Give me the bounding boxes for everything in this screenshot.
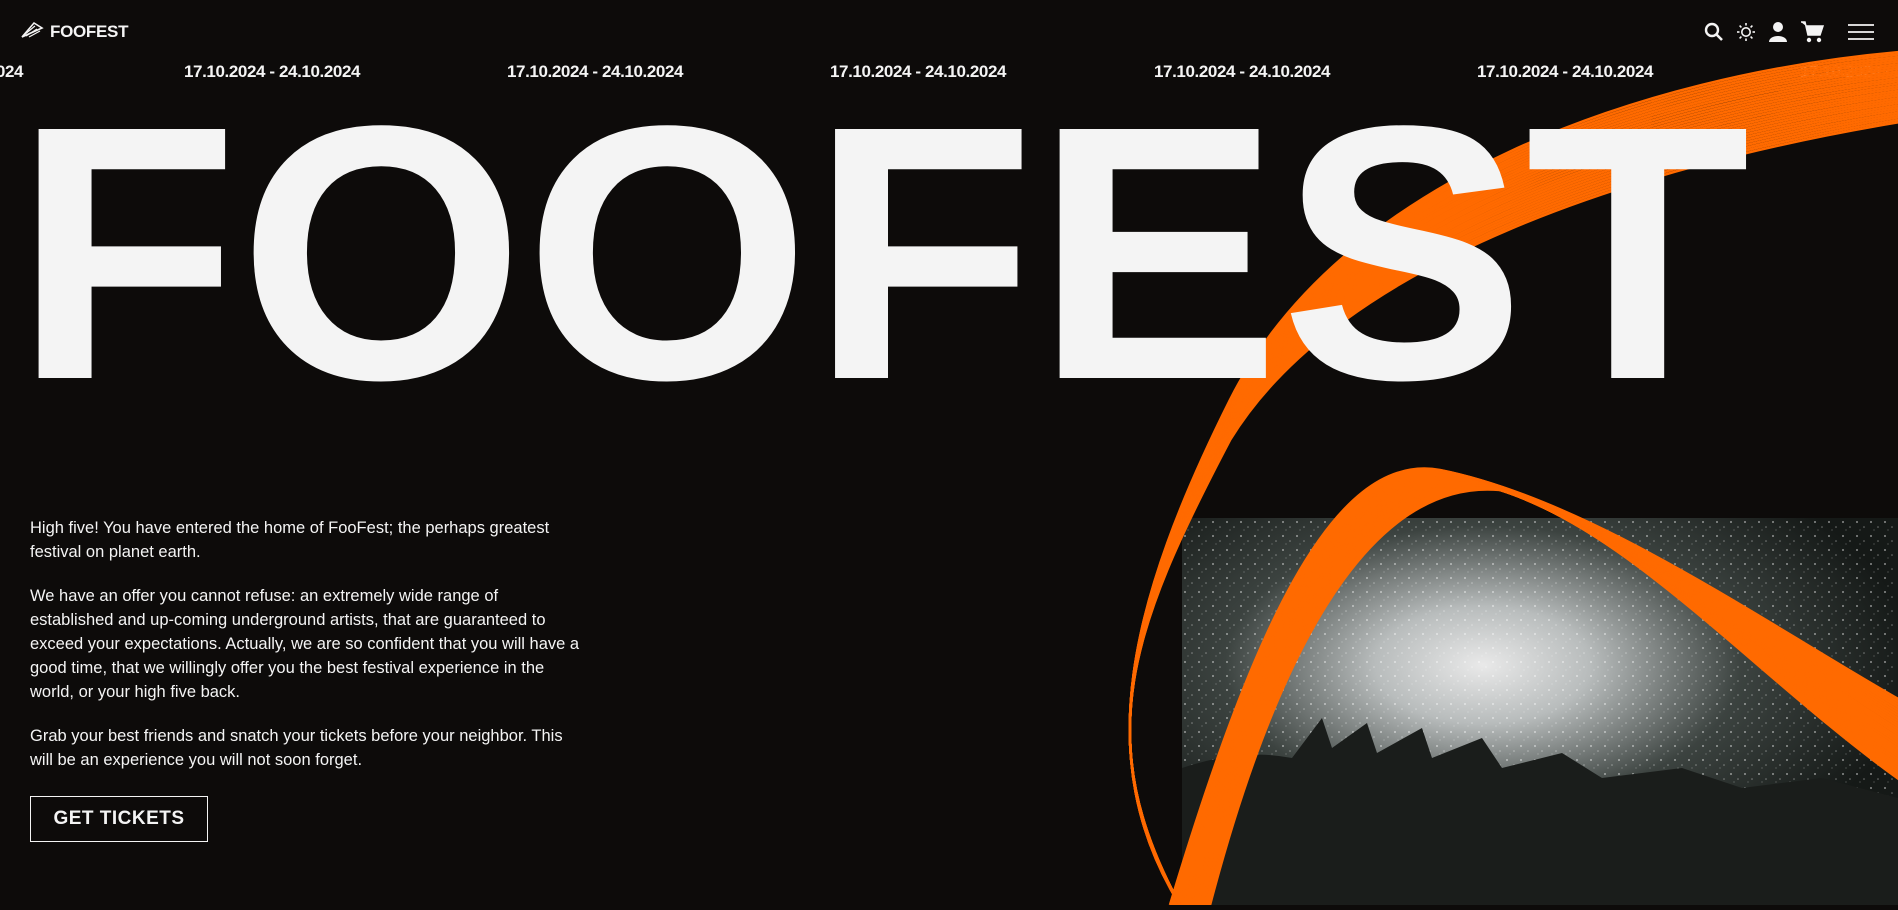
get-tickets-button[interactable]: GET TICKETS	[30, 796, 208, 842]
hero-title-text: FOOFEST	[14, 100, 1750, 400]
intro-paragraph: Grab your best friends and snatch your t…	[30, 727, 563, 769]
intro-paragraph: High five! You have entered the home of …	[30, 519, 550, 561]
intro-paragraph: We have an offer you cannot refuse: an e…	[30, 587, 580, 701]
intro-text: High five! You have entered the home of …	[30, 516, 580, 792]
hero-title: FOOFEST	[14, 100, 1750, 400]
